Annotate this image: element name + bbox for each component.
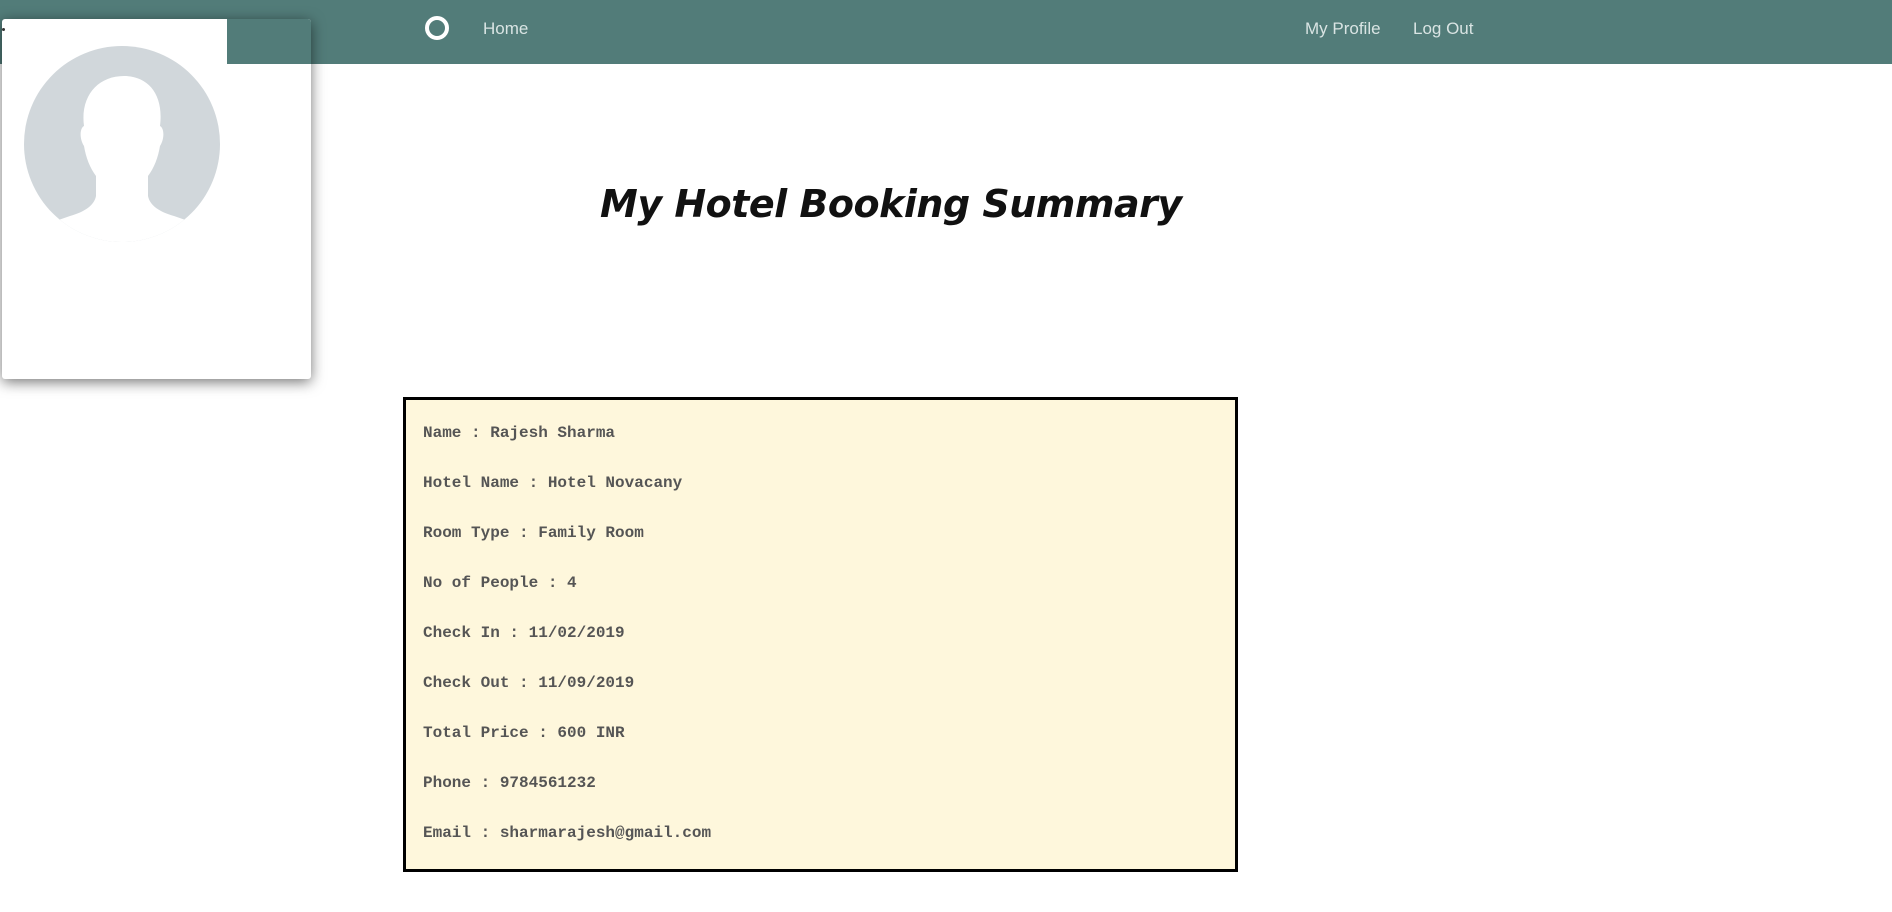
booking-summary-box: Name : Rajesh Sharma Hotel Name : Hotel …	[403, 397, 1238, 872]
nav-my-profile-link[interactable]: My Profile	[1305, 19, 1381, 39]
circle-logo-icon[interactable]	[425, 16, 449, 40]
summary-name: Name : Rajesh Sharma	[423, 424, 616, 442]
default-user-avatar-icon	[24, 46, 220, 242]
card-header-strip	[227, 19, 311, 64]
nav-home-link[interactable]: Home	[483, 19, 528, 39]
summary-room-type: Room Type : Family Room	[423, 524, 644, 542]
profile-card	[2, 19, 311, 379]
page-title: My Hotel Booking Summary	[600, 182, 1182, 226]
nav-log-out-link[interactable]: Log Out	[1413, 19, 1474, 39]
summary-check-out: Check Out : 11/09/2019	[423, 674, 635, 692]
summary-check-in: Check In : 11/02/2019	[423, 624, 625, 642]
summary-no-of-people: No of People : 4	[423, 574, 577, 592]
summary-phone: Phone : 9784561232	[423, 774, 596, 792]
summary-hotel-name: Hotel Name : Hotel Novacany	[423, 474, 683, 492]
card-corner-dot	[2, 28, 5, 31]
summary-email: Email : sharmarajesh@gmail.com	[423, 824, 712, 842]
summary-total-price: Total Price : 600 INR	[423, 724, 625, 742]
